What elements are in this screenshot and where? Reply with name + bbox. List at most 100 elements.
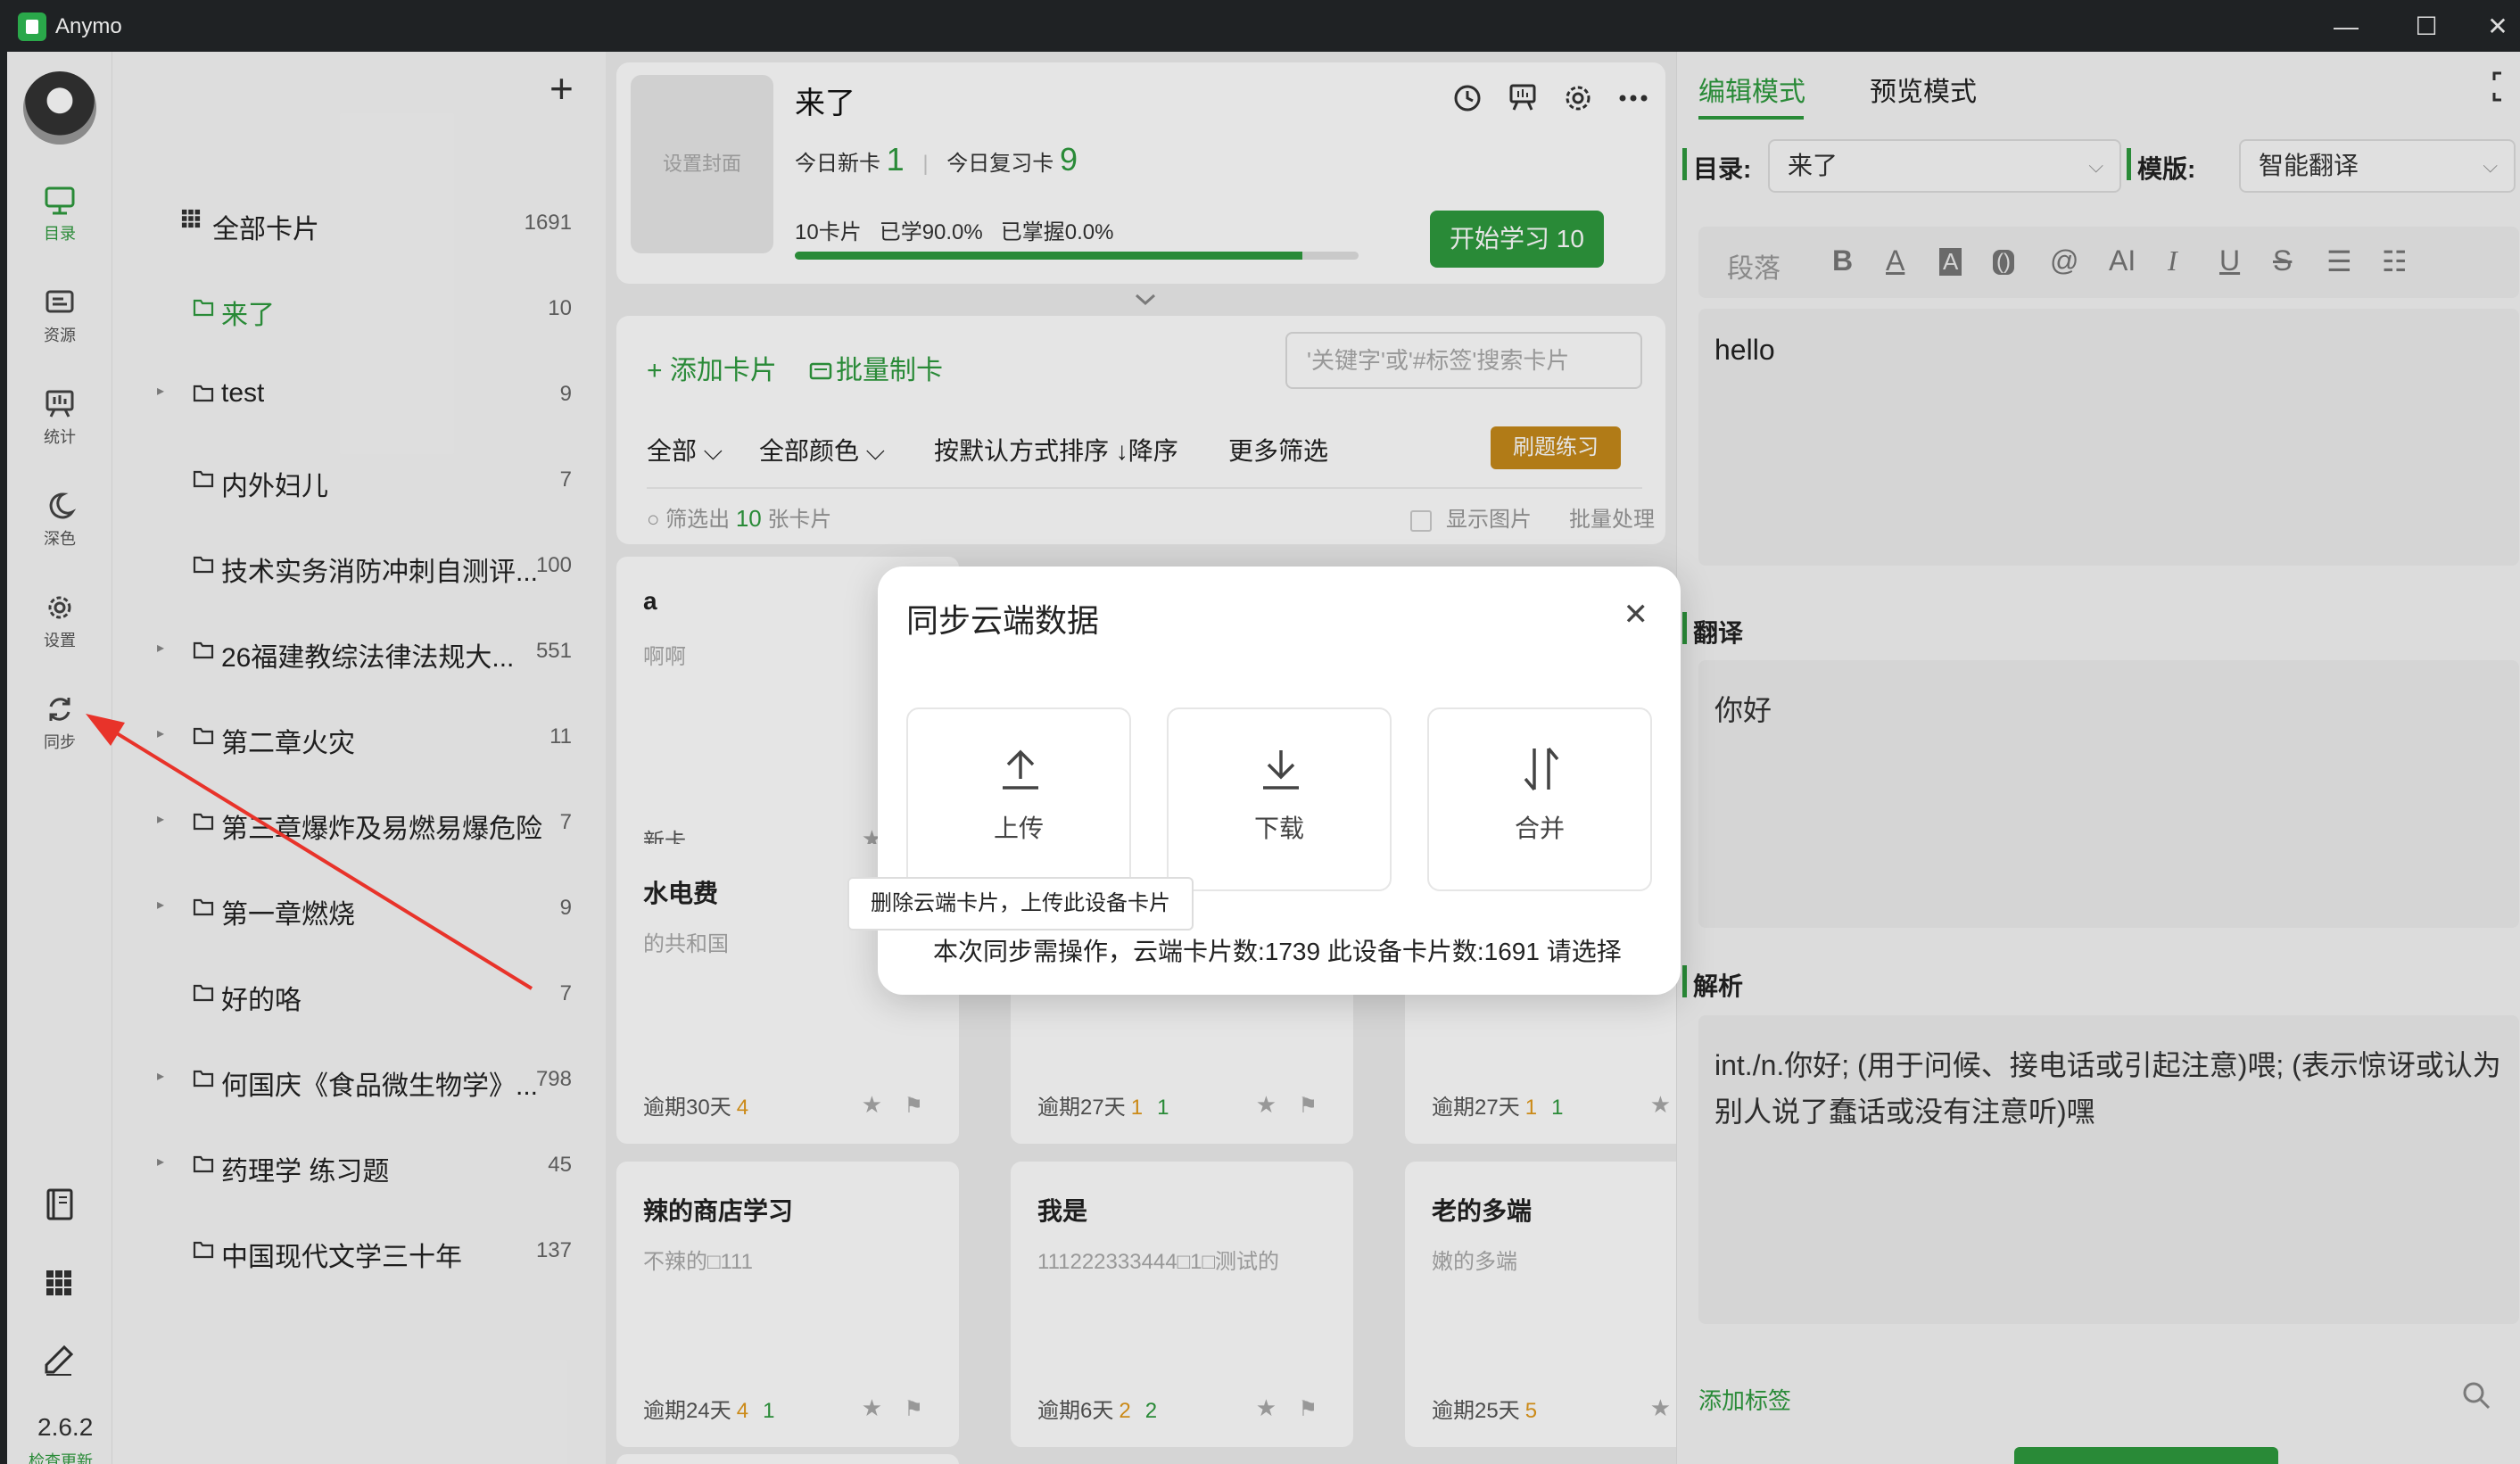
dir-select[interactable]: 来了 ⌵ bbox=[1768, 139, 2121, 193]
underline-button[interactable]: U bbox=[2219, 244, 2240, 277]
add-card-button[interactable]: + 添加卡片 bbox=[647, 348, 777, 387]
pen-icon[interactable] bbox=[41, 1342, 77, 1377]
translation-field[interactable]: 你好 bbox=[1698, 660, 2519, 928]
mention-button[interactable]: @ bbox=[2050, 244, 2078, 277]
tab-preview-mode[interactable]: 预览模式 bbox=[1870, 70, 1977, 109]
folder-item[interactable]: ▸ test 9 bbox=[112, 357, 606, 428]
fullscreen-icon[interactable] bbox=[2492, 71, 2519, 102]
expand-caret-icon[interactable]: ▸ bbox=[157, 382, 164, 400]
star-icon[interactable]: ★ bbox=[862, 1394, 882, 1422]
star-icon[interactable]: ★ bbox=[862, 1091, 882, 1119]
star-icon[interactable]: ★ bbox=[1256, 1394, 1277, 1422]
star-icon[interactable]: ★ bbox=[1650, 1394, 1671, 1422]
minimize-button[interactable]: — bbox=[2319, 9, 2373, 45]
search-icon[interactable] bbox=[2460, 1379, 2492, 1411]
expand-caret-icon[interactable]: ▸ bbox=[157, 810, 164, 828]
upload-option[interactable]: 上传 bbox=[906, 707, 1131, 891]
folder-item[interactable]: ▸ 药理学 练习题 45 bbox=[112, 1128, 606, 1199]
strikethrough-button[interactable]: S bbox=[2273, 244, 2292, 277]
flag-icon[interactable]: ⚑ bbox=[1298, 1396, 1318, 1422]
practice-button[interactable]: 刷题练习 bbox=[1491, 426, 1621, 469]
folder-item[interactable]: 内外妇儿 7 bbox=[112, 443, 606, 514]
card-item[interactable]: 辣的商店学习 不辣的□111 逾期24天 4 1 ★ ⚑ bbox=[616, 1162, 959, 1447]
progress-fill bbox=[795, 252, 1302, 260]
folder-all-cards[interactable]: 全部卡片 1691 bbox=[112, 186, 606, 257]
filter-more[interactable]: 更多筛选 bbox=[1228, 432, 1328, 467]
show-images-checkbox[interactable]: 显示图片 bbox=[1410, 501, 1532, 533]
highlight-button[interactable]: A bbox=[1939, 248, 1962, 276]
translation-text: 你好 bbox=[1714, 694, 1772, 726]
star-icon[interactable]: ★ bbox=[1256, 1091, 1277, 1119]
folder-item[interactable]: ▸ 何国庆《食品微生物学》... 798 bbox=[112, 1042, 606, 1113]
add-tag-button[interactable]: 添加标签 bbox=[1698, 1383, 1791, 1416]
bullet-list-button[interactable]: ☰ bbox=[2326, 244, 2352, 278]
notebook-icon[interactable] bbox=[41, 1187, 77, 1222]
more-icon[interactable] bbox=[1615, 80, 1651, 116]
numbered-list-button[interactable]: ☷ bbox=[2382, 244, 2408, 278]
close-window-button[interactable]: ✕ bbox=[2471, 9, 2520, 45]
paragraph-select[interactable]: 段落 bbox=[1727, 246, 1781, 285]
expand-caret-icon[interactable]: ▸ bbox=[157, 1067, 164, 1085]
batch-card-button[interactable]: 批量制卡 bbox=[809, 348, 943, 387]
template-select[interactable]: 智能翻译 ⌵ bbox=[2239, 139, 2516, 193]
rail-item-settings[interactable]: 设置 bbox=[7, 592, 112, 673]
avatar[interactable] bbox=[23, 71, 96, 145]
check-update-link[interactable]: 检查更新 bbox=[29, 1449, 93, 1464]
chart-board-icon[interactable] bbox=[1505, 80, 1541, 116]
bold-button[interactable]: B bbox=[1832, 244, 1853, 277]
font-color-button[interactable]: A bbox=[1886, 244, 1904, 277]
chevron-down-icon[interactable] bbox=[1132, 291, 1159, 309]
filter-all[interactable]: 全部 ⌵ bbox=[647, 432, 723, 467]
flag-icon[interactable]: ⚑ bbox=[904, 1093, 923, 1119]
card-search-input[interactable]: '关键字'或'#标签'搜索卡片 bbox=[1285, 332, 1642, 389]
clock-icon[interactable] bbox=[1450, 80, 1485, 116]
tab-edit-mode[interactable]: 编辑模式 bbox=[1698, 70, 1805, 109]
add-folder-button[interactable]: + bbox=[549, 68, 574, 109]
download-option[interactable]: 下载 bbox=[1167, 707, 1392, 891]
rail-item-sync[interactable]: 同步 bbox=[7, 694, 112, 774]
folder-count: 7 bbox=[559, 810, 572, 834]
ai-button[interactable]: AI bbox=[2109, 244, 2136, 277]
rail-item-catalog[interactable]: 目录 bbox=[7, 186, 112, 266]
expand-caret-icon[interactable]: ▸ bbox=[157, 1153, 164, 1170]
card-count-green: 1 bbox=[763, 1399, 775, 1423]
start-learning-button[interactable]: 开始学习 10 bbox=[1430, 211, 1604, 268]
rail-item-stats[interactable]: 统计 bbox=[7, 389, 112, 469]
flag-icon[interactable]: ⚑ bbox=[904, 1396, 923, 1422]
expand-caret-icon[interactable]: ▸ bbox=[157, 724, 164, 742]
set-cover-button[interactable]: 设置封面 bbox=[631, 75, 773, 253]
expand-caret-icon[interactable]: ▸ bbox=[157, 639, 164, 657]
expand-caret-icon[interactable]: ▸ bbox=[157, 896, 164, 914]
grid-icon[interactable] bbox=[41, 1265, 77, 1301]
folder-item[interactable]: 技术实务消防冲刺自测评... 100 bbox=[112, 528, 606, 600]
folder-item[interactable]: 来了 10 bbox=[112, 271, 606, 343]
folder-item[interactable]: ▸ 第三章爆炸及易燃易爆危险... 7 bbox=[112, 785, 606, 856]
batch-process-button[interactable]: 批量处理 bbox=[1569, 501, 1655, 533]
folder-item[interactable]: 好的咯 7 bbox=[112, 956, 606, 1028]
rail-item-resource[interactable]: 资源 bbox=[7, 287, 112, 368]
folder-item[interactable]: ▸ 第二章火灾 11 bbox=[112, 699, 606, 771]
cloze-button[interactable]: () bbox=[1993, 250, 2014, 275]
gear-icon[interactable] bbox=[1560, 80, 1596, 116]
folder-item[interactable]: 中国现代文学三十年 137 bbox=[112, 1213, 606, 1285]
italic-button[interactable]: I bbox=[2168, 244, 2177, 277]
upload-label: 上传 bbox=[993, 815, 1044, 842]
analysis-field[interactable]: int./n.你好; (用于问候、接电话或引起注意)喂; (表示惊讶或认为别人说… bbox=[1698, 1015, 2519, 1324]
merge-option[interactable]: 合并 bbox=[1427, 707, 1652, 891]
flag-icon[interactable]: ⚑ bbox=[1298, 1093, 1318, 1119]
folder-item[interactable]: ▸ 第一章燃烧 9 bbox=[112, 871, 606, 942]
maximize-button[interactable]: ☐ bbox=[2400, 9, 2453, 45]
filter-sort[interactable]: 按默认方式排序 ↓降序 bbox=[934, 432, 1178, 467]
content-editor[interactable]: hello bbox=[1698, 309, 2519, 566]
dialog-title: 同步云端数据 bbox=[906, 602, 1100, 639]
save-button[interactable] bbox=[2014, 1447, 2278, 1464]
card-title: 老的多端 bbox=[1432, 1197, 1533, 1225]
filter-color[interactable]: 全部颜色 ⌵ bbox=[759, 432, 885, 467]
card-item[interactable]: 帮帮 bbox=[616, 1454, 959, 1464]
folder-item[interactable]: ▸ 26福建教综法律法规大... 551 bbox=[112, 614, 606, 685]
close-icon[interactable]: ✕ bbox=[1624, 597, 1649, 633]
card-item[interactable]: 我是 111222333444□1□测试的 逾期6天 2 2 ★ ⚑ bbox=[1011, 1162, 1353, 1447]
card-due: 逾期27天 1 1 bbox=[1432, 1096, 1564, 1120]
rail-item-dark[interactable]: 深色 bbox=[7, 491, 112, 571]
star-icon[interactable]: ★ bbox=[1650, 1091, 1671, 1119]
